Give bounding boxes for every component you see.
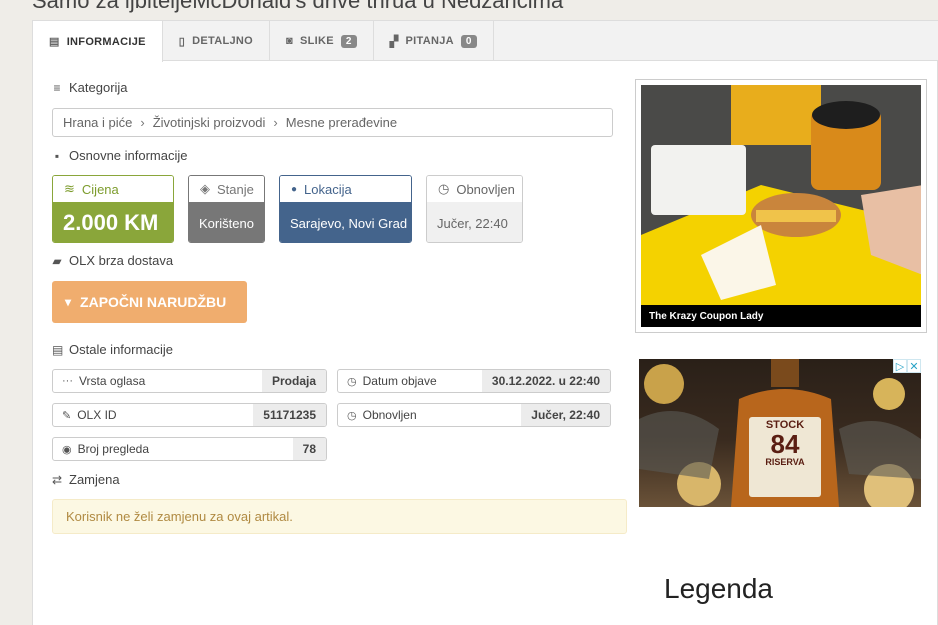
map-marker-icon: ● [291,183,298,195]
cart-icon: ▾ [65,295,72,309]
info-renewed: ◷ Obnovljen Jučer, 22:40 [337,403,611,427]
updated-label: Obnovljen [456,181,515,197]
tab-detaljno[interactable]: ▯ DETALJNO [163,21,271,61]
breadcrumb-item[interactable]: Hrana i piće [63,115,132,130]
basic-info-heading: ▪ Osnovne informacije [52,148,188,163]
comments-icon: ▞ [389,35,399,48]
info-view-count: ◉ Broj pregleda 78 [52,437,327,461]
listing-panel: ▤ INFORMACIJE ▯ DETALJNO ◙ SLIKE 2 ▞ PIT… [32,20,938,625]
state-label: Stanje [217,181,254,197]
food-photo-icon [641,85,921,311]
bottle-subtitle: RISERVA [765,457,805,467]
bars-icon: ≡ [53,80,61,95]
updated-card: ◷ Obnovljen Jučer, 22:40 [426,175,523,243]
info-label: OLX ID [77,408,117,422]
adchoices-icon[interactable]: ▷ [893,359,907,373]
ellipsis-icon: ··· [62,375,73,387]
location-value: Sarajevo, Novi Grad [280,202,411,242]
info-value: 30.12.2022. u 22:40 [481,370,610,392]
breadcrumb-item[interactable]: Mesne prerađevine [286,115,397,130]
clock-icon: ◷ [347,409,357,422]
category-heading: ≡ Kategorija [52,80,128,95]
delivery-label: OLX brza dostava [69,253,174,268]
price-card: ≋ Cijena 2.000 KM [52,175,174,243]
eye-icon: ◉ [62,443,72,456]
breadcrumb: Hrana i piće › Životinjski proizvodi › M… [52,108,613,137]
price-label: Cijena [81,181,119,197]
info-label: Broj pregleda [77,442,149,456]
ad-caption: The Krazy Coupon Lady [641,305,921,327]
delivery-heading: ▰ OLX brza dostava [52,253,173,268]
bottle-number: 84 [770,429,800,459]
money-icon: ≋ [64,181,75,196]
info-olx-id: ✎ OLX ID 51171235 [52,403,327,427]
info-publish-date: ◷ Datum objave 30.12.2022. u 22:40 [337,369,611,393]
price-value: 2.000 KM [53,202,173,242]
tab-bar: ▤ INFORMACIJE ▯ DETALJNO ◙ SLIKE 2 ▞ PIT… [33,21,938,62]
ad-headline: Legenda [664,573,774,604]
ad-banner-liquor[interactable]: STOCK 84 RISERVA ▷ ✕ Legenda [639,359,921,625]
tab-label: PITANJA [405,35,454,47]
basic-info-label: Osnovne informacije [69,148,188,163]
state-value: Korišteno [189,202,264,242]
info-label: Obnovljen [362,408,417,422]
tab-label: SLIKE [299,35,334,47]
updated-value: Jučer, 22:40 [427,202,522,242]
tab-slike[interactable]: ◙ SLIKE 2 [270,21,374,61]
swap-note: Korisnik ne želi zamjenu za ovaj artikal… [52,499,627,534]
ad-liquor-image: STOCK 84 RISERVA [639,359,921,507]
info-value: Prodaja [261,370,326,392]
start-order-label: ZAPOČNI NARUDŽBU [80,294,227,310]
info-value: Jučer, 22:40 [521,404,610,426]
tab-label: DETALJNO [192,35,254,47]
info-label: Vrsta oglasa [79,374,146,388]
chevron-right-icon: › [140,115,145,130]
category-label: Kategorija [69,80,128,95]
info-label: Datum objave [362,374,437,388]
ad-banner-food[interactable]: The Krazy Coupon Lady [635,79,927,333]
location-card[interactable]: ● Lokacija Sarajevo, Novi Grad [279,175,412,243]
truck-icon: ▰ [52,253,62,268]
count-badge: 2 [340,34,357,48]
info-value: 51171235 [253,404,326,426]
chevron-right-icon: › [273,115,278,130]
page-title: Samo za ljbiteljeMcDonald's drive thrua … [32,0,564,13]
clock-icon: ◷ [347,375,357,388]
camera-icon: ◙ [286,35,293,47]
clock-icon: ◷ [438,181,450,196]
exchange-icon: ⇄ [52,472,63,487]
swap-label: Zamjena [69,472,120,487]
breadcrumb-item[interactable]: Životinjski proizvodi [153,115,266,130]
file-text-icon: ▤ [52,342,64,357]
state-card: ◈ Stanje Korišteno [188,175,265,243]
close-icon[interactable]: ✕ [907,359,921,373]
other-info-label: Ostale informacije [69,342,174,357]
other-info-heading: ▤ Ostale informacije [52,342,173,357]
tab-informacije[interactable]: ▤ INFORMACIJE [33,21,163,62]
count-badge: 0 [460,34,477,48]
adchoices[interactable]: ▷ ✕ [893,359,921,373]
info-value: 78 [292,438,326,460]
ad-food-image [641,85,921,311]
swap-heading: ⇄ Zamjena [52,472,120,487]
location-label: Lokacija [304,181,352,197]
tag-icon: ◈ [200,181,210,196]
tab-label: INFORMACIJE [66,35,146,48]
wrench-icon: ✎ [62,409,72,422]
start-order-button[interactable]: ▾ ZAPOČNI NARUDŽBU [52,281,247,323]
info-ad-type: ··· Vrsta oglasa Prodaja [52,369,327,393]
tab-pitanja[interactable]: ▞ PITANJA 0 [374,21,494,61]
file-icon: ▯ [178,35,186,48]
file-text-icon: ▪ [54,148,60,163]
list-alt-icon: ▤ [49,36,60,48]
